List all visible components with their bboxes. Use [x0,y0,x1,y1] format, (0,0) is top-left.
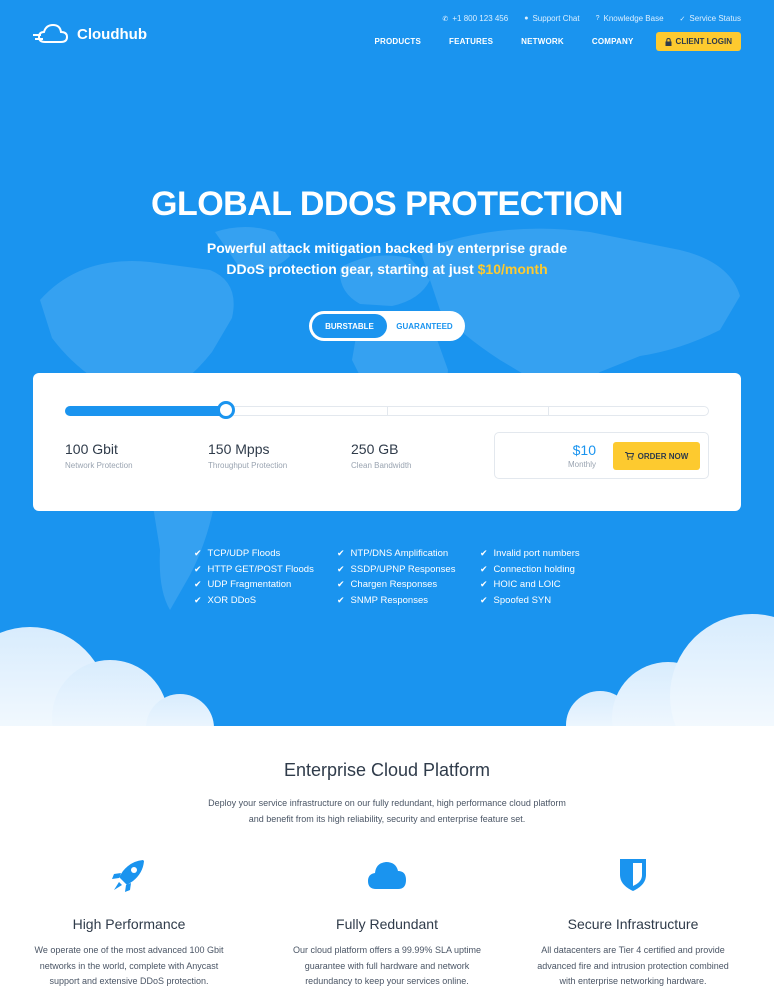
cloud-logo-icon [33,23,69,43]
phone-icon: ✆ [442,15,449,23]
feature-item: ✔ HTTP GET/POST Floods [194,563,314,575]
utility-link-service-status[interactable]: ✓ Service Status [680,14,741,23]
feature-column: ✔ Invalid port numbers ✔ Connection holdin… [480,546,623,608]
platform-title: Enterprise Cloud Platform [283,760,491,780]
shield-icon [620,859,646,891]
protection-features: ✔ TCP/UDP Floods ✔ HTTP GET/POST Floods ✔ U… [194,546,623,608]
order-now-button[interactable]: ORDER NOW [613,442,700,470]
check-icon: ✔ [480,548,488,559]
feature-column: ✔ TCP/UDP Floods ✔ HTTP GET/POST Floods ✔ U… [194,546,337,608]
slider-tick [548,407,549,415]
slider-tick [387,407,388,415]
utility-link-phone[interactable]: ✆ +1 800 123 456 [443,14,509,23]
hero-subtitle: Powerful attack mitigation backed by ent… [206,240,568,277]
feature-item: ✔ Chargen Responses [337,579,438,591]
nav-features[interactable]: FEATURES [449,37,493,46]
feature-item: ✔ Connection holding [480,563,575,575]
feature-title: Fully Redundant [336,916,438,932]
tab-guaranteed[interactable]: GUARANTEED [387,314,462,338]
feature-description: We operate one of the most advanced 100 … [34,945,224,986]
chat-icon: ● [524,15,529,22]
hero-title: GLOBAL DDOS PROTECTION [151,185,623,223]
nav-products[interactable]: PRODUCTS [374,37,421,46]
stat-clean-bandwidth: 250 GB Clean Bandwidth [351,441,412,470]
check-icon: ✔ [194,563,202,574]
platform-description: Deploy your service infrastructure on ou… [208,798,566,824]
feature-description: All datacenters are Tier 4 certified and… [537,945,729,986]
feature-item: ✔ Invalid port numbers [480,548,580,560]
nav-network[interactable]: NETWORK [521,37,564,46]
feature-item: ✔ SSDP/UPNP Responses [337,563,456,575]
hero-section: ✆ +1 800 123 456 ● Support Chat ? Knowledge… [0,0,774,728]
plan-slider-handle[interactable] [217,401,235,419]
check-icon: ✔ [480,579,488,590]
check-icon: ✓ [679,15,686,23]
price-period: Monthly [567,460,596,469]
feature-high-performance: High Performance We operate one of the m… [0,855,258,990]
brand-logo[interactable]: Cloudhub [33,22,147,46]
check-icon: ✔ [337,579,345,590]
cloud-icon [368,862,406,889]
stat-throughput-protection: 150 Mpps Throughput Protection [208,441,288,470]
feature-item: ✔ TCP/UDP Floods [194,548,281,560]
utility-bar: ✆ +1 800 123 456 ● Support Chat ? Knowledge… [443,14,742,23]
feature-title: High Performance [72,916,186,932]
price-amount: $10 [572,442,596,458]
main-nav: PRODUCTS FEATURES NETWORK COMPANY CLIENT… [346,32,741,51]
plan-toggle: BURSTABLE GUARANTEED [309,311,465,341]
rocket-icon [112,860,144,892]
starting-price: $10/month [477,261,548,277]
feature-column: ✔ NTP/DNS Amplification ✔ SSDP/UPNP Respon… [337,546,480,608]
check-icon: ✔ [194,579,202,590]
check-icon: ✔ [480,563,488,574]
check-icon: ✔ [194,548,202,559]
pricing-card: 100 Gbit Network Protection 150 Mpps Thr… [33,373,741,511]
feature-secure-infrastructure: Secure Infrastructure All datacenters ar… [504,855,762,990]
nav-company[interactable]: COMPANY [592,37,634,46]
feature-fully-redundant: Fully Redundant Our cloud platform offer… [258,855,516,990]
feature-item: ✔ NTP/DNS Amplification [337,548,449,560]
check-icon: ✔ [337,563,345,574]
utility-link-support-chat[interactable]: ● Support Chat [524,14,579,23]
price-box: $10 Monthly ORDER NOW [494,432,709,479]
client-login-button[interactable]: CLIENT LOGIN [655,32,741,51]
tab-burstable[interactable]: BURSTABLE [312,314,387,338]
help-icon: ? [595,15,600,22]
feature-item: ✔ HOIC and LOIC [480,579,561,591]
feature-item: ✔ UDP Fragmentation [194,579,292,591]
feature-title: Secure Infrastructure [567,916,699,932]
brand-name: Cloudhub [77,25,147,43]
check-icon: ✔ [337,548,345,559]
cloud-divider [0,614,774,728]
lock-icon [665,37,672,46]
cart-icon [624,452,634,460]
feature-description: Our cloud platform offers a 99.99% SLA u… [293,945,481,986]
utility-link-knowledge-base[interactable]: ? Knowledge Base [596,14,664,23]
plan-slider-fill [65,406,226,416]
stat-network-protection: 100 Gbit Network Protection [65,441,133,470]
